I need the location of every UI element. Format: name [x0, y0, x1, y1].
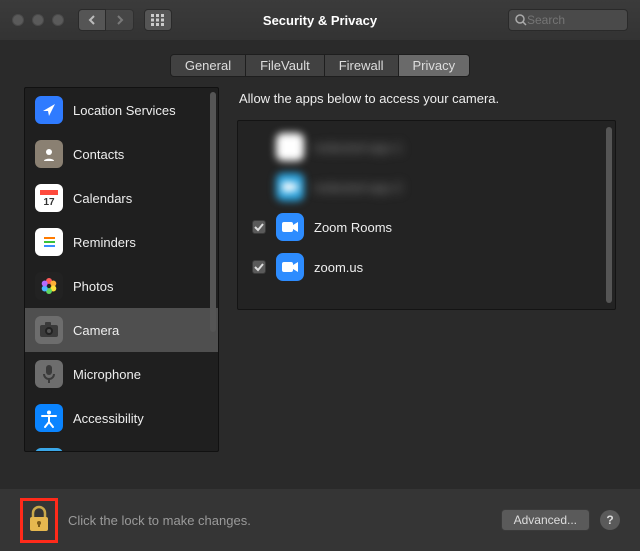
- app-checkbox[interactable]: [252, 220, 266, 234]
- app-row: zoom.us: [238, 247, 615, 287]
- sidebar-item-label: Photos: [73, 279, 113, 294]
- tab-bar: GeneralFileVaultFirewallPrivacy: [0, 40, 640, 87]
- lock-icon: [27, 505, 51, 533]
- svg-text:17: 17: [43, 197, 55, 208]
- app-label: zoom.us: [314, 260, 363, 275]
- tab-firewall[interactable]: Firewall: [325, 55, 399, 76]
- sidebar-item-label: Location Services: [73, 103, 176, 118]
- sidebar-item-label: Calendars: [73, 191, 132, 206]
- location-arrow-icon: [35, 96, 63, 124]
- lock-hint-text: Click the lock to make changes.: [68, 513, 251, 528]
- back-button[interactable]: [78, 9, 106, 31]
- calendar-icon: 17: [35, 184, 63, 212]
- app-label: redacted-app-2: [314, 180, 402, 195]
- sidebar-item-location-services[interactable]: Location Services: [25, 88, 218, 132]
- accessibility-icon: [35, 404, 63, 432]
- privacy-category-list: Location Services Contacts 17 Calendars Remi…: [24, 87, 219, 452]
- chevron-right-icon: [115, 15, 125, 25]
- sidebar-item-photos[interactable]: Photos: [25, 264, 218, 308]
- titlebar: Security & Privacy: [0, 0, 640, 40]
- window-controls: [12, 14, 64, 26]
- app-label: redacted-app-1: [314, 140, 402, 155]
- sidebar-item-label: Microphone: [73, 367, 141, 382]
- chevron-left-icon: [87, 15, 97, 25]
- tab-filevault[interactable]: FileVault: [246, 55, 325, 76]
- close-window-button[interactable]: [12, 14, 24, 26]
- grid-icon: [151, 14, 165, 26]
- footer: Click the lock to make changes. Advanced…: [0, 489, 640, 551]
- zoom-window-button[interactable]: [52, 14, 64, 26]
- app-icon: [276, 173, 304, 201]
- sidebar-item-microphone[interactable]: Microphone: [25, 352, 218, 396]
- app-label: Zoom Rooms: [314, 220, 392, 235]
- nav-buttons: [78, 9, 134, 31]
- sidebar-item-contacts[interactable]: Contacts: [25, 132, 218, 176]
- help-button[interactable]: ?: [600, 510, 620, 530]
- app-permission-list: redacted-app-1 redacted-app-2 Zoom Rooms zo…: [237, 120, 616, 310]
- advanced-button[interactable]: Advanced...: [501, 509, 590, 531]
- app-icon: [276, 133, 304, 161]
- tab-general[interactable]: General: [171, 55, 246, 76]
- microphone-icon: [35, 360, 63, 388]
- content-heading: Allow the apps below to access your came…: [237, 87, 616, 120]
- app-row: redacted-app-2: [238, 167, 615, 207]
- search-field[interactable]: [508, 9, 628, 31]
- search-input[interactable]: [527, 13, 617, 27]
- sidebar-scrollbar[interactable]: [210, 92, 216, 447]
- minimize-window-button[interactable]: [32, 14, 44, 26]
- lock-highlight: [20, 498, 58, 543]
- sidebar-item-label: Contacts: [73, 147, 124, 162]
- photos-icon: [35, 272, 63, 300]
- window-title: Security & Privacy: [263, 13, 377, 28]
- tab-privacy[interactable]: Privacy: [399, 55, 470, 76]
- camera-icon: [35, 316, 63, 344]
- show-all-button[interactable]: [144, 9, 172, 31]
- sidebar-item-full-disk-access[interactable]: Full Disk Access: [25, 440, 218, 452]
- applist-scrollbar[interactable]: [606, 127, 612, 303]
- sidebar-item-calendars[interactable]: 17 Calendars: [25, 176, 218, 220]
- sidebar-item-label: Reminders: [73, 235, 136, 250]
- sidebar-item-reminders[interactable]: Reminders: [25, 220, 218, 264]
- folder-icon: [35, 448, 63, 452]
- forward-button[interactable]: [106, 9, 134, 31]
- sidebar-item-camera[interactable]: Camera: [25, 308, 218, 352]
- sidebar-item-accessibility[interactable]: Accessibility: [25, 396, 218, 440]
- app-icon: [276, 213, 304, 241]
- app-icon: [276, 253, 304, 281]
- reminders-icon: [35, 228, 63, 256]
- contacts-icon: [35, 140, 63, 168]
- search-icon: [515, 14, 527, 26]
- lock-button[interactable]: [27, 505, 51, 536]
- sidebar-item-label: Camera: [73, 323, 119, 338]
- app-row: Zoom Rooms: [238, 207, 615, 247]
- main-pane: Location Services Contacts 17 Calendars Remi…: [0, 87, 640, 464]
- sidebar-item-label: Accessibility: [73, 411, 144, 426]
- app-row: redacted-app-1: [238, 127, 615, 167]
- app-checkbox[interactable]: [252, 260, 266, 274]
